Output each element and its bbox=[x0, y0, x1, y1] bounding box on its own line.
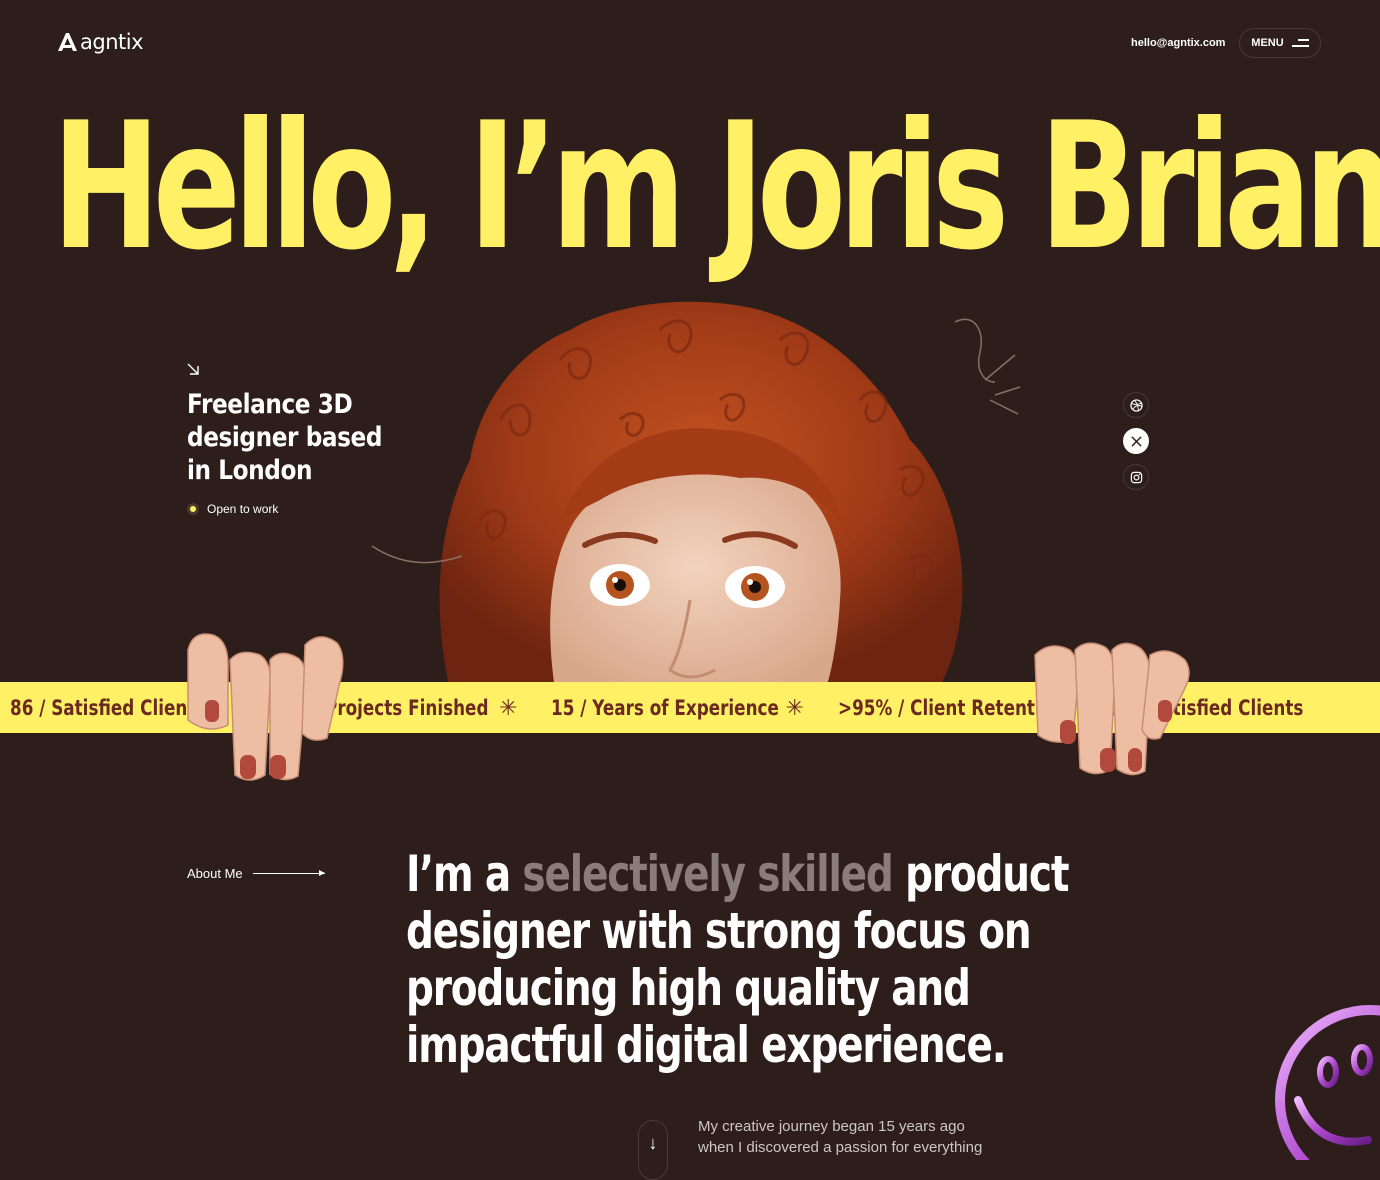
menu-label: MENU bbox=[1251, 37, 1284, 49]
stats-ticker: 86 / Satisfied Clients Projects Finished… bbox=[0, 682, 1380, 733]
intro-line-3: in London bbox=[187, 455, 313, 486]
arrow-right-icon bbox=[252, 870, 325, 876]
status-indicator: Open to work bbox=[187, 502, 278, 516]
about-label-text: About Me bbox=[187, 866, 243, 881]
social-links bbox=[1123, 392, 1149, 490]
email-link[interactable]: hello@agntix.com bbox=[1131, 37, 1225, 49]
x-icon bbox=[1130, 435, 1142, 447]
about-label[interactable]: About Me bbox=[187, 866, 325, 881]
intro-text: Freelance 3D designer based in London bbox=[187, 388, 385, 487]
x-button[interactable] bbox=[1123, 428, 1149, 454]
instagram-icon bbox=[1130, 471, 1142, 483]
arrow-down-right-icon bbox=[187, 363, 199, 375]
instagram-button[interactable] bbox=[1123, 464, 1149, 490]
ticker-item: 86 / Satisfied Clients bbox=[10, 695, 206, 720]
logo-text: agntix bbox=[80, 30, 144, 54]
intro-line-1: Freelance 3D bbox=[187, 389, 353, 420]
hero-title: Hello, I’m Joris Brian bbox=[52, 86, 1380, 289]
menu-button[interactable]: MENU bbox=[1239, 28, 1321, 58]
arrow-down-icon: ↓ bbox=[648, 1133, 658, 1153]
ticker-item: Projects Finished bbox=[325, 695, 489, 720]
about-para-highlight: selectively skilled bbox=[522, 845, 893, 903]
journey-text: My creative journey began 15 years ago w… bbox=[698, 1118, 983, 1156]
scroll-down-button[interactable]: ↓ bbox=[638, 1120, 668, 1180]
dribbble-icon bbox=[1129, 398, 1143, 412]
about-para-start: I’m a bbox=[406, 845, 523, 903]
ticker-item: 86 / Satisfied Clients bbox=[1107, 695, 1304, 720]
ticker-item: 15 / Years of Experience bbox=[551, 695, 780, 720]
asterisk-icon: ✳ bbox=[499, 694, 518, 720]
logo-mark-icon bbox=[58, 33, 77, 51]
about-paragraph: I’m a selectively skilled product design… bbox=[406, 846, 1139, 1074]
hamburger-icon bbox=[1291, 39, 1309, 47]
logo[interactable]: agntix bbox=[56, 30, 144, 54]
asterisk-icon: ✳ bbox=[785, 694, 804, 720]
ticker-item: >95% / Client Retention bbox=[837, 695, 1065, 720]
ticker-track: 86 / Satisfied Clients Projects Finished… bbox=[10, 682, 1308, 733]
status-text: Open to work bbox=[207, 502, 279, 516]
status-dot-icon bbox=[187, 503, 199, 515]
smiley-icon bbox=[1275, 1005, 1380, 1160]
intro-line-2: designer based bbox=[187, 422, 383, 453]
dribbble-button[interactable] bbox=[1123, 392, 1149, 418]
